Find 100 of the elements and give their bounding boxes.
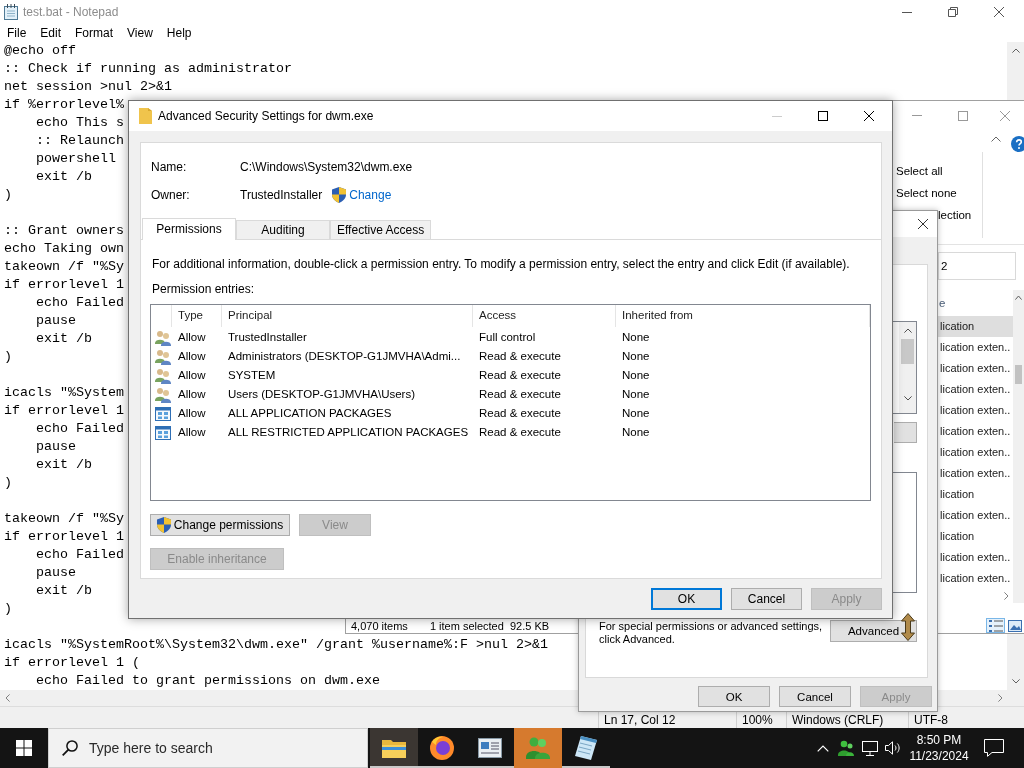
list-box[interactable] — [893, 321, 917, 414]
file-row[interactable]: lication exten.. — [938, 463, 1013, 484]
scrollbar[interactable] — [899, 322, 916, 413]
search-field[interactable]: Type here to search — [48, 728, 368, 768]
notification-icon[interactable] — [984, 739, 1004, 757]
scrollbar-thumb[interactable] — [1015, 365, 1022, 384]
scrollbar[interactable] — [1007, 634, 1024, 690]
table-cell-text: Read & execute — [478, 387, 562, 402]
column-header[interactable]: Principal — [222, 305, 473, 327]
scrollbar-thumb[interactable] — [901, 339, 914, 364]
file-row[interactable]: lication exten.. — [938, 379, 1013, 400]
caret-down-icon[interactable] — [1011, 679, 1020, 684]
status-text: Ln 17, Col 12 — [604, 713, 676, 727]
file-row[interactable]: lication exten.. — [938, 400, 1013, 421]
caret-up-icon[interactable] — [1015, 295, 1022, 300]
code-line: exit /b — [35, 582, 92, 600]
file-row[interactable]: lication exten.. — [938, 547, 1013, 568]
file-row[interactable]: lication — [938, 484, 1013, 505]
tab[interactable]: Auditing — [236, 220, 330, 239]
table-cell-text: None — [621, 425, 651, 440]
dialog-button[interactable]: Cancel — [779, 686, 851, 707]
ribbon-command[interactable]: Select all — [896, 160, 943, 182]
dialog-title: Advanced Security Settings for dwm.exe — [158, 109, 374, 123]
restore-icon[interactable] — [948, 7, 958, 17]
code-line: exit /b — [35, 330, 92, 348]
change-link[interactable]: Change — [349, 188, 392, 202]
file-row[interactable]: lication — [938, 316, 1013, 337]
advanced-button[interactable]: Advanced — [830, 620, 917, 642]
close-icon[interactable] — [864, 111, 874, 121]
table-cell-text: Allow — [177, 368, 207, 383]
menu-item[interactable]: View — [120, 24, 160, 42]
code-line: echo This s — [35, 114, 124, 132]
file-row[interactable]: lication exten.. — [938, 442, 1013, 463]
scrollbar[interactable] — [1007, 42, 1024, 100]
view-button[interactable] — [986, 618, 1005, 633]
close-icon[interactable] — [918, 219, 928, 229]
column-header[interactable]: Access — [473, 305, 616, 327]
status-text: 4,070 items — [350, 619, 408, 633]
caret-down-icon[interactable] — [903, 396, 912, 401]
details-view-icon — [988, 619, 1003, 632]
code-line: takeown /f "%Sy — [4, 510, 124, 528]
table-cell-text: Users (DESKTOP-G1JMVHA\Users) — [227, 387, 416, 402]
caret-left-icon[interactable] — [5, 694, 10, 702]
notepad-icon — [4, 4, 18, 20]
table-cell-text: Allow — [177, 425, 207, 440]
caret-up-icon[interactable] — [1011, 48, 1020, 53]
file-row[interactable]: lication exten.. — [938, 568, 1013, 589]
table-cell-text: None — [621, 406, 651, 421]
scrollbar[interactable] — [1013, 290, 1024, 603]
action-button[interactable]: Change permissions — [150, 514, 290, 536]
status-text: 100% — [742, 713, 773, 727]
dialog-button[interactable]: Cancel — [731, 588, 802, 610]
code-line: if errorlevel 1 — [4, 276, 124, 294]
minimize-icon[interactable] — [902, 11, 912, 13]
menu-item[interactable]: File — [0, 24, 34, 42]
caret-right-icon[interactable] — [1004, 592, 1009, 600]
status-text: 1 item selected 92.5 KB — [429, 619, 550, 633]
column-header[interactable]: e — [938, 297, 946, 309]
menu-item[interactable]: Help — [159, 24, 199, 42]
caret-up-icon[interactable] — [903, 328, 912, 333]
file-row[interactable]: lication exten.. — [938, 337, 1013, 358]
users-icon — [155, 348, 171, 365]
view-button[interactable] — [1005, 618, 1024, 633]
menu-item[interactable]: Format — [68, 24, 121, 42]
table-cell-text: Read & execute — [478, 349, 562, 364]
column-header[interactable]: Inherited from — [616, 305, 870, 327]
document-icon — [478, 738, 502, 758]
notepad-icon — [575, 736, 597, 760]
windows-logo-icon[interactable] — [16, 740, 32, 756]
maximize-icon[interactable] — [818, 111, 828, 121]
ribbon-command[interactable]: lection — [938, 204, 972, 226]
table-cell-text: None — [621, 349, 651, 364]
file-row[interactable]: lication exten.. — [938, 421, 1013, 442]
column-header[interactable]: Type — [172, 305, 222, 327]
close-icon[interactable] — [994, 7, 1004, 17]
table-cell-text: None — [621, 387, 651, 402]
code-line: if %errorlevel% — [4, 96, 124, 114]
caret-right-icon[interactable] — [998, 694, 1003, 702]
window-title: test.bat - Notepad — [23, 5, 119, 19]
code-line: exit /b — [35, 456, 92, 474]
dialog-button[interactable]: OK — [651, 588, 722, 610]
tab[interactable]: Permissions — [142, 218, 236, 240]
code-line: if errorlevel 1 — [4, 528, 124, 546]
picture-view-icon — [1007, 619, 1022, 632]
ribbon-command[interactable]: Select none — [896, 182, 957, 204]
clock-button[interactable]: 8:50 PM 11/23/2024 — [904, 728, 974, 768]
dialog-button[interactable]: OK — [698, 686, 770, 707]
file-row[interactable]: lication — [938, 526, 1013, 547]
volume-icon[interactable] — [885, 741, 901, 755]
code-line: pause — [35, 312, 76, 330]
menu-item[interactable]: Edit — [33, 24, 69, 42]
network-icon[interactable] — [862, 740, 878, 756]
table-cell-text: ALL APPLICATION PACKAGES — [227, 406, 393, 421]
people-icon[interactable] — [838, 740, 854, 756]
tab[interactable]: Effective Access — [330, 220, 432, 239]
search-field[interactable]: 2 — [938, 252, 1016, 280]
file-row[interactable]: lication exten.. — [938, 505, 1013, 526]
file-row[interactable]: lication exten.. — [938, 358, 1013, 379]
help-icon[interactable] — [1011, 136, 1024, 152]
taskbar-button[interactable] — [370, 728, 418, 768]
